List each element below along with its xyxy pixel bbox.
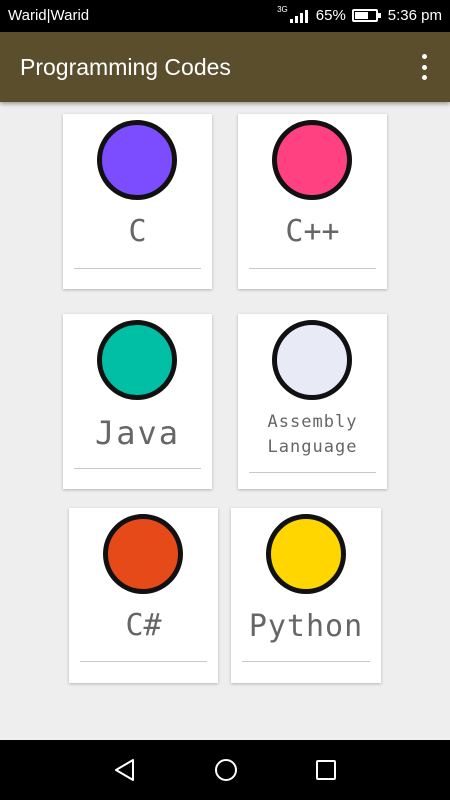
language-label: Java	[94, 414, 181, 452]
language-color-circle	[272, 120, 352, 200]
app-title: Programming Codes	[20, 54, 231, 80]
app-bar: Programming Codes	[0, 32, 450, 102]
divider	[74, 268, 201, 269]
language-card-assembly[interactable]: Assembly Language	[238, 314, 387, 489]
language-card-cpp[interactable]: C++	[238, 114, 387, 289]
language-label: C#	[125, 608, 162, 643]
divider	[80, 661, 207, 662]
language-color-circle	[103, 514, 183, 594]
signal-icon	[289, 9, 308, 23]
more-vert-icon[interactable]	[416, 54, 432, 80]
carrier-name: Warid|Warid	[8, 7, 90, 24]
divider	[249, 472, 376, 473]
network-type: 3G	[277, 5, 288, 14]
divider	[74, 468, 201, 469]
navigation-bar	[0, 740, 450, 800]
clock: 5:36 pm	[387, 7, 442, 24]
divider	[249, 268, 376, 269]
battery-icon	[351, 9, 381, 22]
language-color-circle	[97, 120, 177, 200]
home-circle-icon[interactable]	[214, 758, 238, 782]
language-card-c[interactable]: C	[63, 114, 212, 289]
language-label: C++	[285, 214, 340, 249]
language-color-circle	[97, 320, 177, 400]
status-icons: 3G 65% 5:36 pm	[277, 5, 442, 24]
language-label: Assembly Language	[267, 412, 358, 457]
language-color-circle	[266, 514, 346, 594]
language-card-python[interactable]: Python	[231, 508, 381, 683]
language-card-java[interactable]: Java	[63, 314, 212, 489]
battery-percent: 65%	[315, 7, 346, 24]
status-bar: Warid|Warid 3G 65% 5:36 pm	[0, 0, 450, 32]
language-label: C	[128, 214, 147, 249]
back-triangle-icon[interactable]	[113, 758, 137, 782]
language-card-csharp[interactable]: C#	[69, 508, 218, 683]
language-label: Python	[248, 609, 364, 644]
divider	[242, 661, 370, 662]
recents-square-icon[interactable]	[315, 758, 337, 782]
language-color-circle	[272, 320, 352, 400]
